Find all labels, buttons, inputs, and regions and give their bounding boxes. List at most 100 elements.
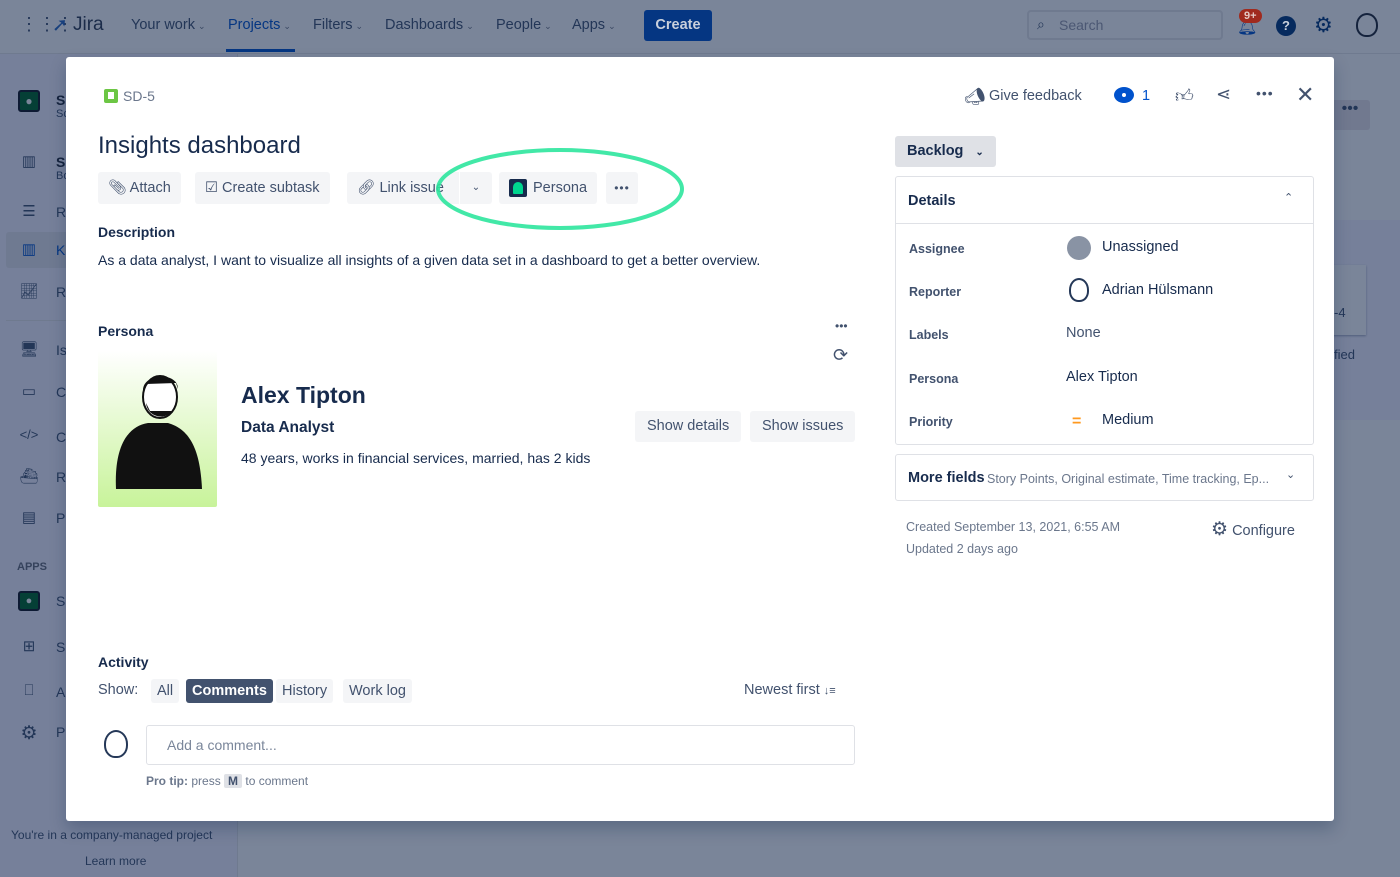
sidebar-label: C [56,429,67,445]
field-label: Reporter [909,285,962,299]
nav-filters[interactable]: Filters ⌄ [313,17,363,33]
nav-people[interactable]: People ⌄ [496,17,552,33]
watch-eye-icon[interactable] [1114,87,1134,103]
show-issues-button[interactable]: Show issues [750,411,856,442]
nav-label: Dashboards [385,17,464,33]
create-subtask-button[interactable]: ☑ Create subtask [195,172,330,204]
sort-label: Newest first [744,682,820,698]
persona-more-icon[interactable]: ••• [835,319,848,333]
chevron-down-icon: ⌄ [975,147,984,158]
description-heading: Description [98,224,176,240]
sidebar-label: A [56,684,66,700]
issue-title[interactable]: Insights dashboard [98,132,301,160]
activity-tab-history[interactable]: History [276,679,334,703]
user-avatar[interactable] [1356,13,1378,37]
chevron-down-icon: ⌄ [355,21,364,31]
issue-modal: SD-5 📣︎ Give feedback 1 👍︎ ⋖ ••• ✕ Insig… [66,57,1334,821]
settings-gear-icon[interactable]: ⚙ [1314,13,1333,38]
reports-chart-icon: 📈︎ [19,283,39,300]
sidebar-label: S [56,92,66,108]
jira-logo-text[interactable]: Jira [73,14,104,36]
field-reporter: Reporter Adrian Hülsmann [909,278,1309,302]
status-dropdown[interactable]: Backlog ⌄ [895,136,996,167]
sort-newest-first-button[interactable]: Newest first ↓≡ [744,682,836,698]
nav-apps[interactable]: Apps ⌄ [572,17,616,33]
code-icon: </> [19,427,39,442]
subtask-icon: ☑ [205,180,218,196]
nav-label: Filters [313,17,353,33]
activity-tab-work-log[interactable]: Work log [343,679,412,703]
comment-input[interactable]: Add a comment... [146,725,855,765]
persona-button[interactable]: Persona [499,172,598,204]
watcher-count: 1 [1142,88,1151,104]
chevron-down-icon: ⌄ [1286,469,1296,481]
sidebar-label: P [56,724,66,740]
give-feedback-button[interactable]: Give feedback [989,88,1082,104]
create-button[interactable]: Create [644,10,712,41]
board-card[interactable]: -4 [1330,265,1366,335]
notification-badge: 9+ [1239,9,1262,23]
sidebar-label: C [56,384,67,400]
link-issue-button[interactable]: 🔗︎ Link issue [347,172,459,204]
comment-placeholder: Add a comment... [167,737,277,753]
field-label: Priority [909,415,953,429]
chevron-up-icon[interactable]: ⌃ [1284,191,1293,204]
shortcut-key: M [224,774,243,788]
nav-projects[interactable]: Projects ⌄ [228,17,291,33]
button-label: Attach [129,180,171,196]
like-thumbs-up-icon[interactable]: 👍︎ [1175,85,1194,107]
chevron-down-icon: ⌄ [471,182,481,193]
nav-dashboards[interactable]: Dashboards ⌄ [385,17,474,33]
more-actions-icon[interactable]: ••• [1256,85,1274,101]
learn-more-link[interactable]: Learn more [85,854,146,868]
bookmark-icon [108,92,114,99]
attach-button[interactable]: 📎︎ Attach [98,172,181,204]
chevron-down-icon: ⌄ [608,21,616,31]
grid-icon: ⊞ [22,638,36,655]
board-more-icon[interactable]: ••• [1330,100,1370,130]
close-icon[interactable]: ✕ [1296,82,1314,108]
more-actions-button[interactable]: ••• [606,172,638,204]
link-issue-dropdown[interactable]: ⌄ [460,172,492,204]
paperclip-icon: 📎︎ [108,180,127,196]
activity-tab-all[interactable]: All [151,679,180,703]
field-value[interactable]: None [1066,325,1101,341]
help-icon[interactable]: ? [1276,16,1296,36]
nav-your-work[interactable]: Your work ⌄ [131,17,206,33]
show-details-button[interactable]: Show details [635,411,742,442]
details-panel: Details ⌃ Assignee Unassigned Reporter Adr… [895,176,1314,445]
issues-icon: 🖥︎ [19,341,39,358]
chevron-down-icon: ⌄ [197,21,206,31]
activity-tab-comments[interactable]: Comments [186,679,273,703]
details-heading[interactable]: Details [908,193,956,209]
status-label: Backlog [907,143,964,159]
persona-heading: Persona [98,323,154,339]
divider [896,223,1313,224]
search-icon: ⌕ [1037,16,1045,32]
persona-name: Alex Tipton [241,382,366,408]
button-label: Link issue [379,180,444,196]
description-text[interactable]: As a data analyst, I want to visualize a… [98,252,760,268]
apps-heading: APPS [17,561,47,573]
configure-button[interactable]: ⚙ Configure [1211,518,1295,541]
button-label: Persona [533,180,588,196]
pro-tip-text: press [191,774,221,788]
jira-logo-icon[interactable]: ➚ [52,14,68,37]
field-value[interactable]: Medium [1102,412,1154,428]
more-fields-panel[interactable]: More fields Story Points, Original estim… [895,454,1314,501]
nav-label: People [496,17,542,33]
issue-key-link[interactable]: SD-5 [123,88,155,104]
field-value[interactable]: Unassigned [1102,239,1179,255]
activity-heading: Activity [98,654,149,670]
person-glyph [513,182,523,194]
nav-label: Projects [228,17,281,33]
chevron-down-icon: ⌄ [283,21,291,31]
field-value[interactable]: Adrian Hülsmann [1102,282,1213,298]
search-input[interactable]: ⌕ Search [1027,10,1223,40]
field-assignee: Assignee Unassigned [909,236,1309,260]
chevron-down-icon: ⌄ [544,21,552,31]
field-value[interactable]: Alex Tipton [1066,369,1138,385]
share-icon[interactable]: ⋖ [1216,84,1231,105]
field-labels: Labels None [909,325,1309,342]
refresh-icon[interactable]: ⟳ [833,345,848,366]
